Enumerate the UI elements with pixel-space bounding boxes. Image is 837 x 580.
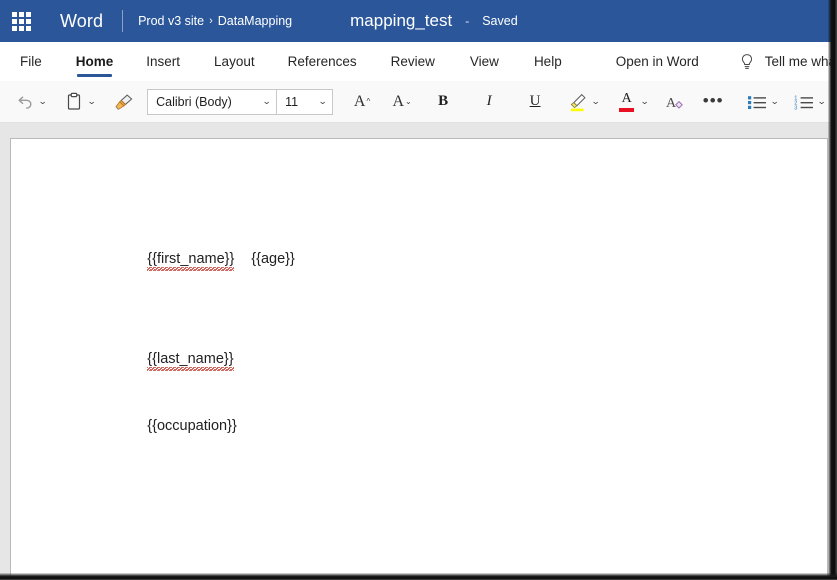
- undo-icon: [18, 96, 32, 109]
- breadcrumb-folder[interactable]: DataMapping: [218, 14, 292, 28]
- bold-button[interactable]: B: [432, 87, 454, 117]
- font-controls: Calibri (Body) ⌄ 11 ⌄: [147, 88, 334, 115]
- ribbon-tab-strip: File Home Insert Layout References Revie…: [0, 42, 837, 81]
- paragraph-last-name[interactable]: {{last_name}}: [107, 337, 234, 381]
- tab-insert[interactable]: Insert: [146, 42, 180, 81]
- more-formatting-options-button[interactable]: •••: [702, 87, 724, 117]
- italic-icon: I: [486, 93, 492, 109]
- clear-formatting-button[interactable]: A: [664, 87, 686, 117]
- svg-text:A: A: [666, 96, 677, 111]
- grow-font-caret-up-icon: ^: [366, 97, 371, 106]
- breadcrumb: Prod v3 site › DataMapping: [138, 14, 292, 28]
- waffle-dot: [25, 11, 31, 17]
- highlight-group: ⌄: [567, 87, 601, 117]
- waffle-dot: [11, 18, 17, 24]
- app-launcher-waffle-icon[interactable]: [4, 0, 38, 42]
- title-divider: [122, 10, 124, 32]
- italic-button[interactable]: I: [478, 87, 500, 117]
- underline-button[interactable]: U: [524, 87, 546, 117]
- paste-group: ⌄: [63, 87, 96, 117]
- waffle-dot: [18, 18, 24, 24]
- paragraph-age[interactable]: {{age}}: [211, 237, 295, 281]
- bullet-list-group: ⌄: [746, 87, 780, 117]
- title-bar: Word Prod v3 site › DataMapping mapping_…: [0, 0, 837, 42]
- tell-me-search[interactable]: Tell me what you: [739, 42, 837, 81]
- document-page[interactable]: {{first_name}} {{age}} {{last_name}} {{o…: [10, 138, 828, 580]
- waffle-dot: [18, 11, 24, 17]
- canvas-left-gutter: [0, 123, 10, 580]
- font-name-dropdown[interactable]: Calibri (Body) ⌄: [148, 90, 276, 114]
- shrink-font-caret-down-icon: ⌄: [405, 97, 412, 106]
- undo-group: ⌄: [14, 87, 47, 117]
- bullet-list-dropdown-caret-icon[interactable]: ⌄: [770, 97, 779, 106]
- document-canvas[interactable]: {{first_name}} {{age}} {{last_name}} {{o…: [0, 123, 837, 580]
- text-highlight-button[interactable]: [567, 87, 589, 117]
- waffle-dot: [25, 18, 31, 24]
- bullet-list-button[interactable]: [746, 87, 768, 117]
- numbered-list-group: 1 2 3 ⌄: [793, 87, 826, 117]
- paste-button[interactable]: [63, 87, 85, 117]
- shrink-font-button[interactable]: A ⌄: [391, 87, 413, 117]
- home-toolbar: ⌄ ⌄ Calibri (Body) ⌄ 11 ⌄ A ^ A ⌄ B I U …: [0, 81, 837, 123]
- bold-icon: B: [438, 93, 449, 109]
- font-color-group: A ⌄: [616, 87, 649, 117]
- underline-icon: U: [529, 93, 541, 109]
- numbered-list-button[interactable]: 1 2 3: [793, 87, 815, 117]
- font-color-swatch: [619, 107, 635, 112]
- tab-file[interactable]: File: [20, 42, 42, 81]
- tell-me-label: Tell me what you: [764, 54, 837, 69]
- tab-home[interactable]: Home: [76, 42, 113, 81]
- waffle-dot: [18, 25, 24, 31]
- clipboard-paste-icon: [67, 92, 80, 110]
- font-name-caret-icon: ⌄: [261, 96, 272, 106]
- undo-dropdown-caret-icon[interactable]: ⌄: [38, 97, 47, 106]
- ellipsis-icon: •••: [702, 91, 724, 111]
- waffle-dot: [25, 25, 31, 31]
- waffle-dot: [11, 11, 17, 17]
- format-painter-button[interactable]: [113, 87, 135, 117]
- merge-field-age: {{age}}: [251, 250, 295, 267]
- app-name-word[interactable]: Word: [60, 11, 103, 32]
- grow-font-button[interactable]: A ^: [351, 87, 373, 117]
- shrink-font-icon: A: [392, 92, 405, 110]
- text-highlight-icon: [570, 93, 586, 111]
- highlight-dropdown-caret-icon[interactable]: ⌄: [591, 97, 600, 106]
- numbered-list-icon: 1 2 3: [794, 95, 813, 111]
- format-painter-brush-icon: [115, 93, 133, 110]
- merge-field-last-name: {{last_name}}: [147, 350, 234, 367]
- font-name-value: Calibri (Body): [156, 94, 232, 109]
- svg-text:3: 3: [794, 105, 797, 111]
- paragraph-occupation[interactable]: {{occupation}}: [107, 404, 237, 448]
- waffle-grid: [11, 11, 31, 31]
- numbered-list-dropdown-caret-icon[interactable]: ⌄: [817, 97, 826, 106]
- font-color-button[interactable]: A: [616, 87, 638, 117]
- merge-field-occupation: {{occupation}}: [147, 417, 237, 434]
- paste-dropdown-caret-icon[interactable]: ⌄: [87, 97, 96, 106]
- font-color-icon: A: [621, 90, 632, 106]
- font-color-dropdown-caret-icon[interactable]: ⌄: [640, 97, 649, 106]
- bulleted-list-icon: [748, 95, 767, 109]
- tab-layout[interactable]: Layout: [214, 42, 255, 81]
- clear-formatting-icon: A: [666, 96, 684, 111]
- font-size-dropdown[interactable]: 11 ⌄: [276, 89, 332, 114]
- open-in-word-button[interactable]: Open in Word: [616, 42, 699, 81]
- tab-view[interactable]: View: [470, 42, 499, 81]
- document-title[interactable]: mapping_test: [350, 11, 452, 31]
- undo-button[interactable]: [14, 87, 36, 117]
- tab-references[interactable]: References: [288, 42, 357, 81]
- title-dash: -: [465, 14, 470, 28]
- word-online-window: Word Prod v3 site › DataMapping mapping_…: [0, 0, 837, 580]
- font-size-value: 11: [285, 94, 299, 109]
- tab-help[interactable]: Help: [534, 42, 562, 81]
- breadcrumb-site[interactable]: Prod v3 site: [138, 14, 204, 28]
- font-size-caret-icon: ⌄: [317, 96, 328, 106]
- grow-font-icon: A: [353, 92, 366, 110]
- save-status[interactable]: Saved: [482, 14, 517, 28]
- waffle-dot: [11, 25, 17, 31]
- breadcrumb-chevron-icon: ›: [209, 15, 213, 27]
- lightbulb-icon: [739, 53, 755, 71]
- tab-review[interactable]: Review: [391, 42, 435, 81]
